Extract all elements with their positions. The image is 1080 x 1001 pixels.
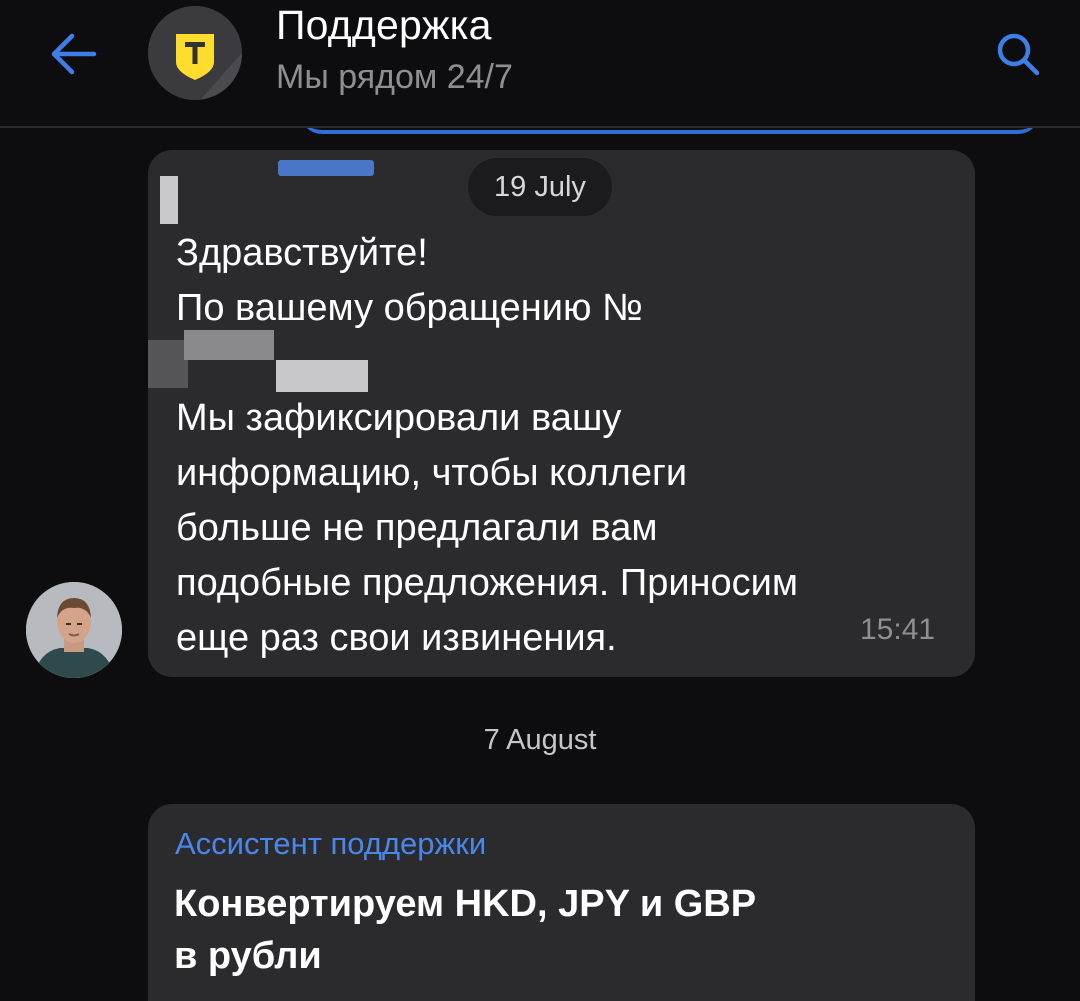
headline-line: Конвертируем HKD, JPY и GBP (174, 883, 757, 925)
support-avatar[interactable] (148, 6, 242, 100)
person-photo-icon (26, 582, 122, 678)
message-text: Здравствуйте! По вашему обращению № Мы з… (176, 226, 966, 666)
bank-logo-icon (148, 6, 242, 100)
date-separator: 19 July (468, 158, 612, 216)
chat-subtitle: Мы рядом 24/7 (276, 58, 513, 96)
redaction-mark (278, 160, 374, 176)
date-separator: 7 August (483, 724, 597, 756)
message-line: По вашему обращению № (176, 287, 643, 329)
headline-line: в рубли (174, 935, 322, 977)
back-button[interactable] (44, 28, 102, 80)
chat-title: Поддержка (276, 2, 492, 48)
redaction-mark (278, 176, 374, 192)
agent-avatar[interactable] (26, 582, 122, 678)
search-icon (997, 33, 1040, 76)
chat-header: Поддержка Мы рядом 24/7 (0, 0, 1080, 128)
search-button[interactable] (988, 26, 1048, 82)
arrow-left-icon (51, 33, 97, 75)
message-line: еще раз свои извинения. (176, 617, 617, 659)
message-line: подобные предложения. Приносим (176, 562, 799, 604)
redaction-mark (160, 176, 178, 224)
message-headline: Конвертируем HKD, JPY и GBP в рубли (174, 878, 954, 982)
message-line: информацию, чтобы коллеги (176, 452, 688, 494)
sender-name[interactable]: Ассистент поддержки (175, 826, 486, 862)
message-time: 15:41 (860, 613, 936, 646)
chat-screen: Поддержка Мы рядом 24/7 19 July Здравств… (0, 0, 1080, 1001)
message-line: больше не предлагали вам (176, 507, 658, 549)
message-line: Здравствуйте! (176, 232, 428, 274)
message-line: Мы зафиксировали вашу (176, 397, 622, 439)
